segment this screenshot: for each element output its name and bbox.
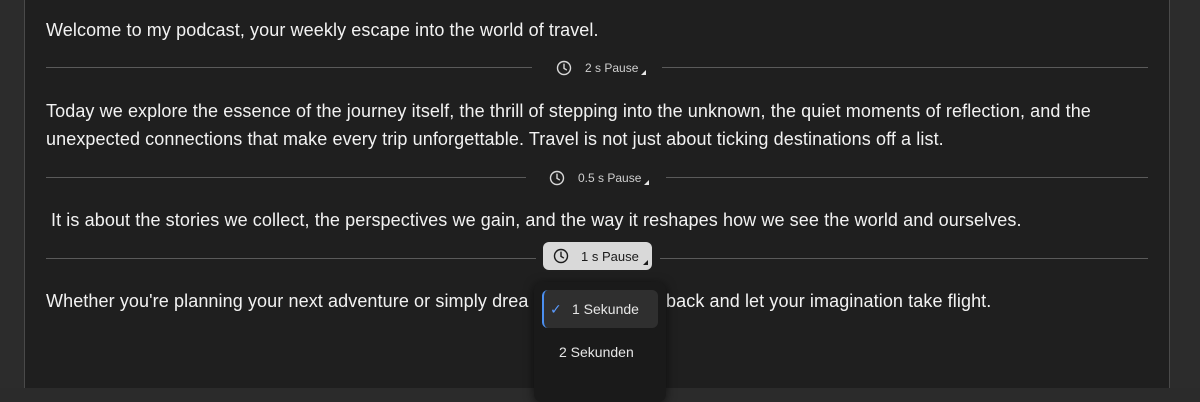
pause-marker[interactable]: 0.5 s Pause — [549, 168, 650, 188]
pause-label: 0.5 s Pause — [578, 171, 642, 185]
dropdown-option-1-sekunde[interactable]: ✓ 1 Sekunde — [542, 290, 658, 328]
transcript-paragraph[interactable]: It is about the stories we collect, the … — [51, 206, 1141, 234]
pause-label: 1 s Pause — [581, 248, 639, 264]
divider-line — [660, 258, 1148, 259]
dropdown-option-2-sekunden[interactable]: 2 Sekunden — [542, 333, 658, 371]
right-panel-edge — [1169, 0, 1200, 388]
checkmark-icon: ✓ — [550, 300, 562, 317]
divider-line — [666, 177, 1148, 178]
pause-marker[interactable]: 2 s Pause — [556, 58, 647, 78]
divider-line — [46, 258, 536, 259]
clock-icon — [549, 170, 565, 186]
pause-divider: 1 s Pause — [46, 242, 1148, 270]
transcript-paragraph[interactable]: Welcome to my podcast, your weekly escap… — [46, 16, 1136, 44]
option-label: 1 Sekunde — [572, 301, 639, 317]
pause-duration-dropdown: ✓ 1 Sekunde 2 Sekunden — [534, 282, 666, 402]
divider-line — [662, 67, 1148, 68]
transcript-paragraph[interactable]: Today we explore the essence of the jour… — [46, 97, 1136, 153]
pause-divider: 0.5 s Pause — [46, 168, 1148, 188]
corner-resize-icon — [643, 260, 648, 265]
transcript-paragraph-continued[interactable]: back and let your imagination take fligh… — [666, 287, 1126, 315]
divider-line — [46, 177, 526, 178]
option-label: 2 Sekunden — [559, 344, 634, 360]
pause-divider: 2 s Pause — [46, 58, 1148, 78]
pause-marker-selected[interactable]: 1 s Pause — [543, 242, 652, 270]
left-panel-edge — [0, 0, 25, 388]
corner-resize-icon — [641, 70, 647, 75]
clock-icon — [553, 248, 569, 264]
divider-line — [46, 67, 532, 68]
editor-window: Welcome to my podcast, your weekly escap… — [0, 0, 1200, 402]
corner-resize-icon — [644, 180, 650, 185]
pause-label: 2 s Pause — [585, 61, 639, 75]
transcript-paragraph[interactable]: Whether you're planning your next advent… — [46, 287, 536, 315]
clock-icon — [556, 60, 572, 76]
